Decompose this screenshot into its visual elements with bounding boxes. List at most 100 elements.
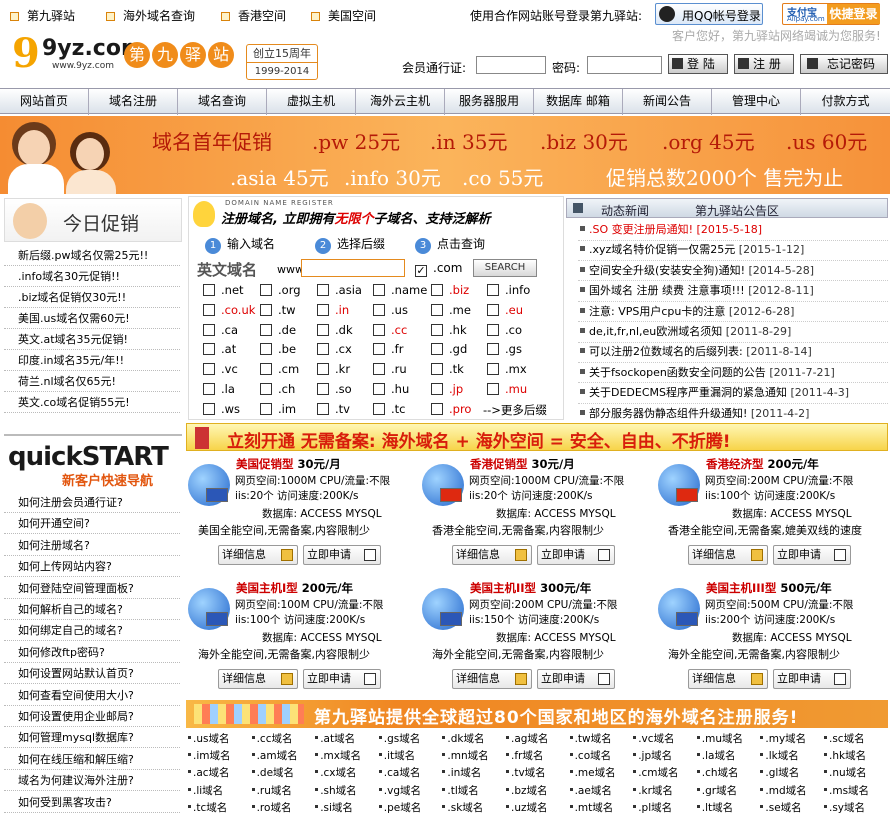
- tld-checkbox[interactable]: .la: [203, 382, 235, 396]
- nav-news[interactable]: 新闻公告: [623, 89, 712, 115]
- apply-button[interactable]: 立即申请: [303, 669, 381, 689]
- register-button[interactable]: 注 册: [734, 54, 794, 74]
- tld-checkbox[interactable]: .mx: [487, 362, 527, 376]
- guide-item[interactable]: 如何注册域名?: [4, 535, 180, 556]
- tld-checkbox[interactable]: .be: [260, 342, 296, 356]
- checkbox[interactable]: [260, 303, 272, 316]
- checkbox[interactable]: [487, 383, 499, 395]
- news-item[interactable]: 空间安全升级(安装安全狗)通知! [2014-5-28]: [578, 261, 888, 282]
- tld-checkbox[interactable]: .in: [317, 303, 349, 317]
- domain-link[interactable]: .gr域名: [696, 783, 737, 798]
- detail-button[interactable]: 详细信息: [452, 545, 532, 565]
- domain-link[interactable]: .bz域名: [506, 783, 548, 798]
- domain-link[interactable]: .lk域名: [760, 748, 799, 763]
- checkbox[interactable]: [431, 402, 443, 415]
- domain-link[interactable]: .vc域名: [633, 731, 675, 746]
- domain-link[interactable]: .sk域名: [442, 800, 483, 815]
- news-item[interactable]: 注意: VPS用户cpu卡的注意 [2012-6-28]: [578, 302, 888, 323]
- search-button[interactable]: SEARCH: [473, 259, 537, 277]
- tld-checkbox[interactable]: .ch: [260, 382, 295, 396]
- tld-checkbox[interactable]: .so: [317, 382, 352, 396]
- promo-item[interactable]: 英文.co域名促销55元!: [4, 392, 180, 413]
- checkbox[interactable]: [487, 323, 499, 336]
- checkbox[interactable]: [373, 402, 385, 415]
- checkbox[interactable]: [373, 343, 385, 356]
- tld-checkbox[interactable]: .jp: [431, 382, 463, 396]
- apply-button[interactable]: 立即申请: [537, 669, 615, 689]
- tld-checkbox[interactable]: .hu: [373, 382, 409, 396]
- domain-link[interactable]: .se域名: [760, 800, 802, 815]
- forgot-password-button[interactable]: 忘记密码: [800, 54, 888, 74]
- tld-checkbox[interactable]: .ws: [203, 402, 240, 416]
- news-item[interactable]: 国外域名 注册 续费 注意事项!!! [2012-8-11]: [578, 281, 888, 302]
- domain-link[interactable]: .de域名: [251, 765, 294, 780]
- domain-link[interactable]: .cm域名: [633, 765, 679, 780]
- tab-notice[interactable]: 第九驿站公告区: [695, 202, 779, 219]
- domain-link[interactable]: .ae域名: [569, 783, 612, 798]
- guide-item[interactable]: 如何上传网站内容?: [4, 556, 180, 578]
- checkbox[interactable]: [431, 383, 443, 395]
- promo-item[interactable]: .info域名30元促销!!: [4, 266, 180, 287]
- domain-link[interactable]: .ms域名: [824, 783, 869, 798]
- detail-button[interactable]: 详细信息: [218, 669, 298, 689]
- guide-item[interactable]: 如何设置网站默认首页?: [4, 663, 180, 685]
- tab-news[interactable]: 动态新闻: [601, 202, 649, 219]
- nav-domain-register[interactable]: 域名注册: [89, 89, 178, 115]
- checkbox[interactable]: [373, 284, 385, 296]
- tld-checkbox[interactable]: .ru: [373, 362, 407, 376]
- checkbox[interactable]: [487, 363, 499, 376]
- domain-link[interactable]: .jp域名: [633, 748, 672, 763]
- checkbox[interactable]: [260, 284, 272, 296]
- checkbox[interactable]: [203, 383, 215, 395]
- hosting-banner[interactable]: 立刻开通 无需备案: 海外域名 + 海外空间 = 安全、自由、不折腾!: [186, 423, 888, 452]
- domain-link[interactable]: .pe域名: [378, 800, 421, 815]
- tld-checkbox[interactable]: .cm: [260, 362, 299, 376]
- nav-database-mail[interactable]: 数据库 邮箱: [534, 89, 623, 115]
- domain-link[interactable]: .cx域名: [315, 765, 357, 780]
- checkbox[interactable]: [203, 343, 215, 356]
- domain-link[interactable]: .mx域名: [315, 748, 361, 763]
- checkbox[interactable]: [203, 323, 215, 336]
- tld-checkbox[interactable]: .biz: [431, 283, 469, 297]
- top-link-hk-space[interactable]: 香港空间: [221, 7, 286, 24]
- top-link-us-space[interactable]: 美国空间: [311, 7, 376, 24]
- domain-link[interactable]: .tv域名: [506, 765, 546, 780]
- domain-link[interactable]: .kr域名: [633, 783, 673, 798]
- domain-link[interactable]: .mn域名: [442, 748, 489, 763]
- apply-button[interactable]: 立即申请: [773, 669, 851, 689]
- promo-banner[interactable]: 域名首年促销 .pw 25元 .in 35元 .biz 30元 .org 45元…: [0, 116, 890, 194]
- guide-item[interactable]: 如何注册会员通行证?: [4, 492, 180, 513]
- checkbox[interactable]: [431, 363, 443, 376]
- domain-link[interactable]: .ac域名: [188, 765, 230, 780]
- checkbox[interactable]: [373, 303, 385, 316]
- checkbox[interactable]: [317, 303, 329, 316]
- nav-cloud-host[interactable]: 海外云主机: [356, 89, 445, 115]
- tld-checkbox[interactable]: .fr: [373, 342, 403, 356]
- domain-link[interactable]: .li域名: [188, 783, 223, 798]
- more-tlds-link[interactable]: -->更多后缀: [483, 402, 547, 418]
- detail-button[interactable]: 详细信息: [688, 545, 768, 565]
- apply-button[interactable]: 立即申请: [303, 545, 381, 565]
- news-item[interactable]: 可以注册2位数域名的后缀列表: [2011-8-14]: [578, 342, 888, 363]
- domain-link[interactable]: .ru域名: [251, 783, 292, 798]
- domain-service-banner[interactable]: 第九驿站提供全球超过80个国家和地区的海外域名注册服务!: [186, 700, 888, 728]
- alipay-login-button[interactable]: 支付宝 Alipay.com 快捷登录: [782, 3, 880, 25]
- domain-link[interactable]: .am域名: [251, 748, 298, 763]
- domain-link[interactable]: .us域名: [188, 731, 229, 746]
- top-link-domain-query[interactable]: 海外域名查询: [106, 7, 195, 24]
- checkbox[interactable]: [431, 303, 443, 316]
- checkbox[interactable]: [317, 284, 329, 296]
- tld-checkbox[interactable]: .info: [487, 283, 530, 297]
- domain-link[interactable]: .co域名: [569, 748, 611, 763]
- domain-link[interactable]: .fr域名: [506, 748, 543, 763]
- domain-link[interactable]: .vg域名: [378, 783, 421, 798]
- news-item[interactable]: .SO 变更注册局通知! [2015-5-18]: [578, 220, 888, 241]
- domain-link[interactable]: .uz域名: [506, 800, 548, 815]
- guide-item[interactable]: 如何解析自己的域名?: [4, 599, 180, 620]
- checkbox[interactable]: [260, 343, 272, 356]
- checkbox[interactable]: [373, 383, 385, 395]
- checkbox[interactable]: [203, 303, 215, 316]
- domain-link[interactable]: .ag域名: [506, 731, 548, 746]
- domain-link[interactable]: .mu域名: [696, 731, 743, 746]
- guide-item[interactable]: 如何修改ftp密码?: [4, 642, 180, 663]
